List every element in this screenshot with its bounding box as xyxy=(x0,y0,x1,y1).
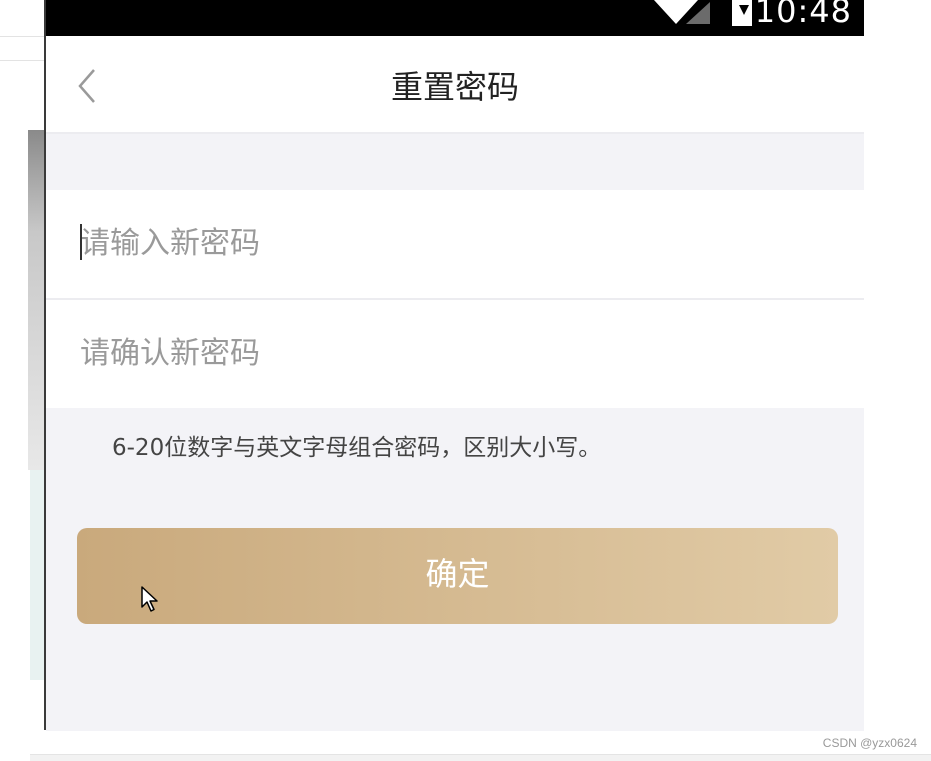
left-background-strip xyxy=(0,0,46,730)
confirm-password-input[interactable] xyxy=(80,300,840,406)
status-bar: 10:48 xyxy=(46,0,864,36)
nav-bar: 重置密码 xyxy=(46,36,864,134)
page-title: 重置密码 xyxy=(390,68,519,106)
password-form xyxy=(46,190,864,408)
confirm-password-row xyxy=(46,298,864,408)
phone-screen: 10:48 重置密码 6-20位数字与英文字母组合密码，区别大小写。 确定 xyxy=(46,0,864,731)
new-password-row xyxy=(46,190,864,298)
confirm-button[interactable]: 确定 xyxy=(77,528,838,624)
watermark: CSDN @yzx0624 xyxy=(822,736,917,750)
signal-icon xyxy=(686,2,710,24)
mouse-cursor-icon xyxy=(141,586,158,612)
text-caret xyxy=(80,224,82,260)
status-time: 10:48 xyxy=(754,0,852,30)
new-password-input[interactable] xyxy=(80,190,840,296)
battery-charging-icon xyxy=(732,0,752,26)
password-hint: 6-20位数字与英文字母组合密码，区别大小写。 xyxy=(112,435,602,461)
